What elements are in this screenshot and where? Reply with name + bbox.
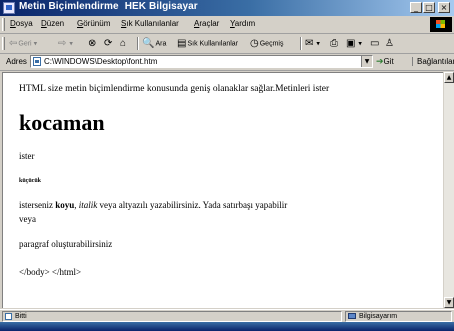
back-arrow-icon: ⇦: [9, 38, 18, 49]
window-title: Metin Biçimlendirme HEK Bilgisayar: [19, 1, 198, 12]
edit-button[interactable]: ▣ ▾: [346, 36, 362, 51]
title-bar[interactable]: Metin Biçimlendirme HEK Bilgisayar _ □ ×: [0, 0, 454, 16]
go-button[interactable]: ➔Git: [376, 56, 394, 67]
refresh-icon: ⟳: [104, 38, 113, 49]
big-text: kocaman: [19, 110, 105, 135]
bold-word: koyu: [55, 200, 75, 210]
search-label: Ara: [155, 40, 167, 48]
print-icon: ⎙: [330, 38, 338, 49]
scroll-up-button[interactable]: ▲: [444, 72, 454, 83]
favorites-icon: ▤: [177, 38, 187, 49]
ie-page-icon[interactable]: [3, 2, 15, 14]
browser-window: Metin Biçimlendirme HEK Bilgisayar _ □ × …: [0, 0, 454, 331]
discuss-button[interactable]: ▭: [370, 36, 380, 51]
address-url[interactable]: C:\WINDOWS\Desktop\font.htm: [44, 57, 157, 66]
scroll-down-button[interactable]: ▼: [444, 297, 454, 308]
links-toolbar[interactable]: Bağlantılar: [412, 57, 454, 66]
history-icon: ◷: [250, 38, 259, 49]
stop-button[interactable]: ⊗: [88, 36, 97, 51]
status-text: Bitti: [2, 311, 342, 322]
security-zone: Bilgisayarım: [345, 311, 452, 322]
menu-duzen[interactable]: Düzen: [41, 19, 64, 28]
menu-sik-kullanilanlar[interactable]: Sık Kullanılanlar: [121, 19, 179, 28]
intro-text: HTML size metin biçimlendirme konusunda …: [19, 84, 330, 94]
mail-button[interactable]: ✉ ▾: [305, 36, 320, 51]
home-button[interactable]: ⌂: [120, 36, 127, 51]
print-button[interactable]: ⎙: [330, 36, 339, 51]
go-label: Git: [383, 57, 394, 66]
favorites-button[interactable]: ▤Sık Kullanılanlar: [177, 36, 238, 51]
toolbar-separator-2: [300, 37, 302, 50]
favorites-label: Sık Kullanılanlar: [187, 40, 239, 48]
discuss-icon: ▭: [370, 38, 380, 49]
closing-tags-text: </body> </html>: [19, 267, 82, 277]
menu-sik-label: ık Kullanılanlar: [126, 19, 179, 28]
menu-dosya-label: osya: [15, 19, 33, 28]
forward-arrow-icon: ⇨: [58, 38, 67, 49]
formatting-line: isterseniz koyu, italik veya altyazılı y…: [19, 200, 287, 210]
page-content: HTML size metin biçimlendirme konusunda …: [2, 72, 443, 308]
home-icon: ⌂: [120, 38, 127, 49]
ister-text: ister: [19, 151, 35, 161]
address-bar: Adres C:\WINDOWS\Desktop\font.htm ▼ ➔Git…: [0, 54, 454, 71]
menu-gorunum-label: örünüm: [83, 19, 111, 28]
address-label: Adres: [6, 57, 27, 66]
close-button[interactable]: ×: [438, 2, 450, 13]
go-arrow-icon: ➔: [376, 56, 384, 66]
minimize-button[interactable]: _: [410, 2, 422, 13]
stop-icon: ⊗: [88, 38, 97, 49]
windows-logo-icon: [430, 17, 452, 32]
messenger-button[interactable]: ♙: [385, 36, 395, 51]
line5-post: veya altyazılı yazabilirsiniz. Yada satı…: [97, 200, 288, 210]
small-text: küçücük: [19, 178, 42, 184]
search-icon: 🔍: [142, 38, 155, 49]
toolbar-separator: [137, 37, 139, 50]
menu-dosya[interactable]: Dosya: [10, 19, 33, 28]
address-dropdown-button[interactable]: ▼: [361, 56, 372, 67]
maximize-button[interactable]: □: [423, 2, 435, 13]
taskbar: [0, 322, 454, 331]
menu-grip[interactable]: [2, 18, 5, 31]
window-title-suffix: HEK Bilgisayar: [124, 1, 198, 12]
italic-word: italik: [78, 200, 98, 210]
history-button[interactable]: ◷Geçmiş: [250, 36, 283, 51]
page-icon: [33, 57, 41, 66]
back-button[interactable]: ⇦Geri ▾: [9, 36, 37, 51]
history-label: Geçmiş: [259, 40, 284, 48]
menu-gorunum[interactable]: Görünüm: [77, 19, 110, 28]
menu-bar: Dosya Düzen Görünüm Sık Kullanılanlar Ar…: [0, 16, 454, 34]
forward-button[interactable]: ⇨ ▾: [58, 36, 73, 51]
refresh-button[interactable]: ⟳: [104, 36, 113, 51]
standard-toolbar: ⇦Geri ▾ ⇨ ▾ ⊗ ⟳ ⌂ 🔍Ara ▤Sık Kullanılanla…: [0, 34, 454, 54]
edit-icon: ▣: [346, 38, 356, 49]
address-input[interactable]: C:\WINDOWS\Desktop\font.htm ▼: [30, 55, 373, 68]
mail-icon: ✉: [305, 38, 314, 49]
menu-duzen-label: üzen: [46, 19, 65, 28]
status-bar: Bitti Bilgisayarım: [0, 309, 454, 323]
menu-yardim[interactable]: Yardım: [230, 19, 255, 28]
back-label: Geri: [18, 40, 32, 48]
window-title-text: Metin Biçimlendirme: [19, 1, 119, 12]
toolbar-grip[interactable]: [2, 37, 5, 50]
veya-text: veya: [19, 214, 36, 224]
menu-araclar-label: raçlar: [199, 19, 220, 28]
paragraph-text: paragraf oluşturabilirsiniz: [19, 239, 113, 249]
messenger-icon: ♙: [385, 38, 394, 49]
menu-yardim-label: ardım: [234, 19, 256, 28]
vertical-scrollbar[interactable]: ▲ ▼: [443, 72, 454, 308]
search-button[interactable]: 🔍Ara: [142, 36, 166, 51]
menu-araclar[interactable]: Araçlar: [194, 19, 219, 28]
line5-pre: isterseniz: [19, 200, 56, 210]
